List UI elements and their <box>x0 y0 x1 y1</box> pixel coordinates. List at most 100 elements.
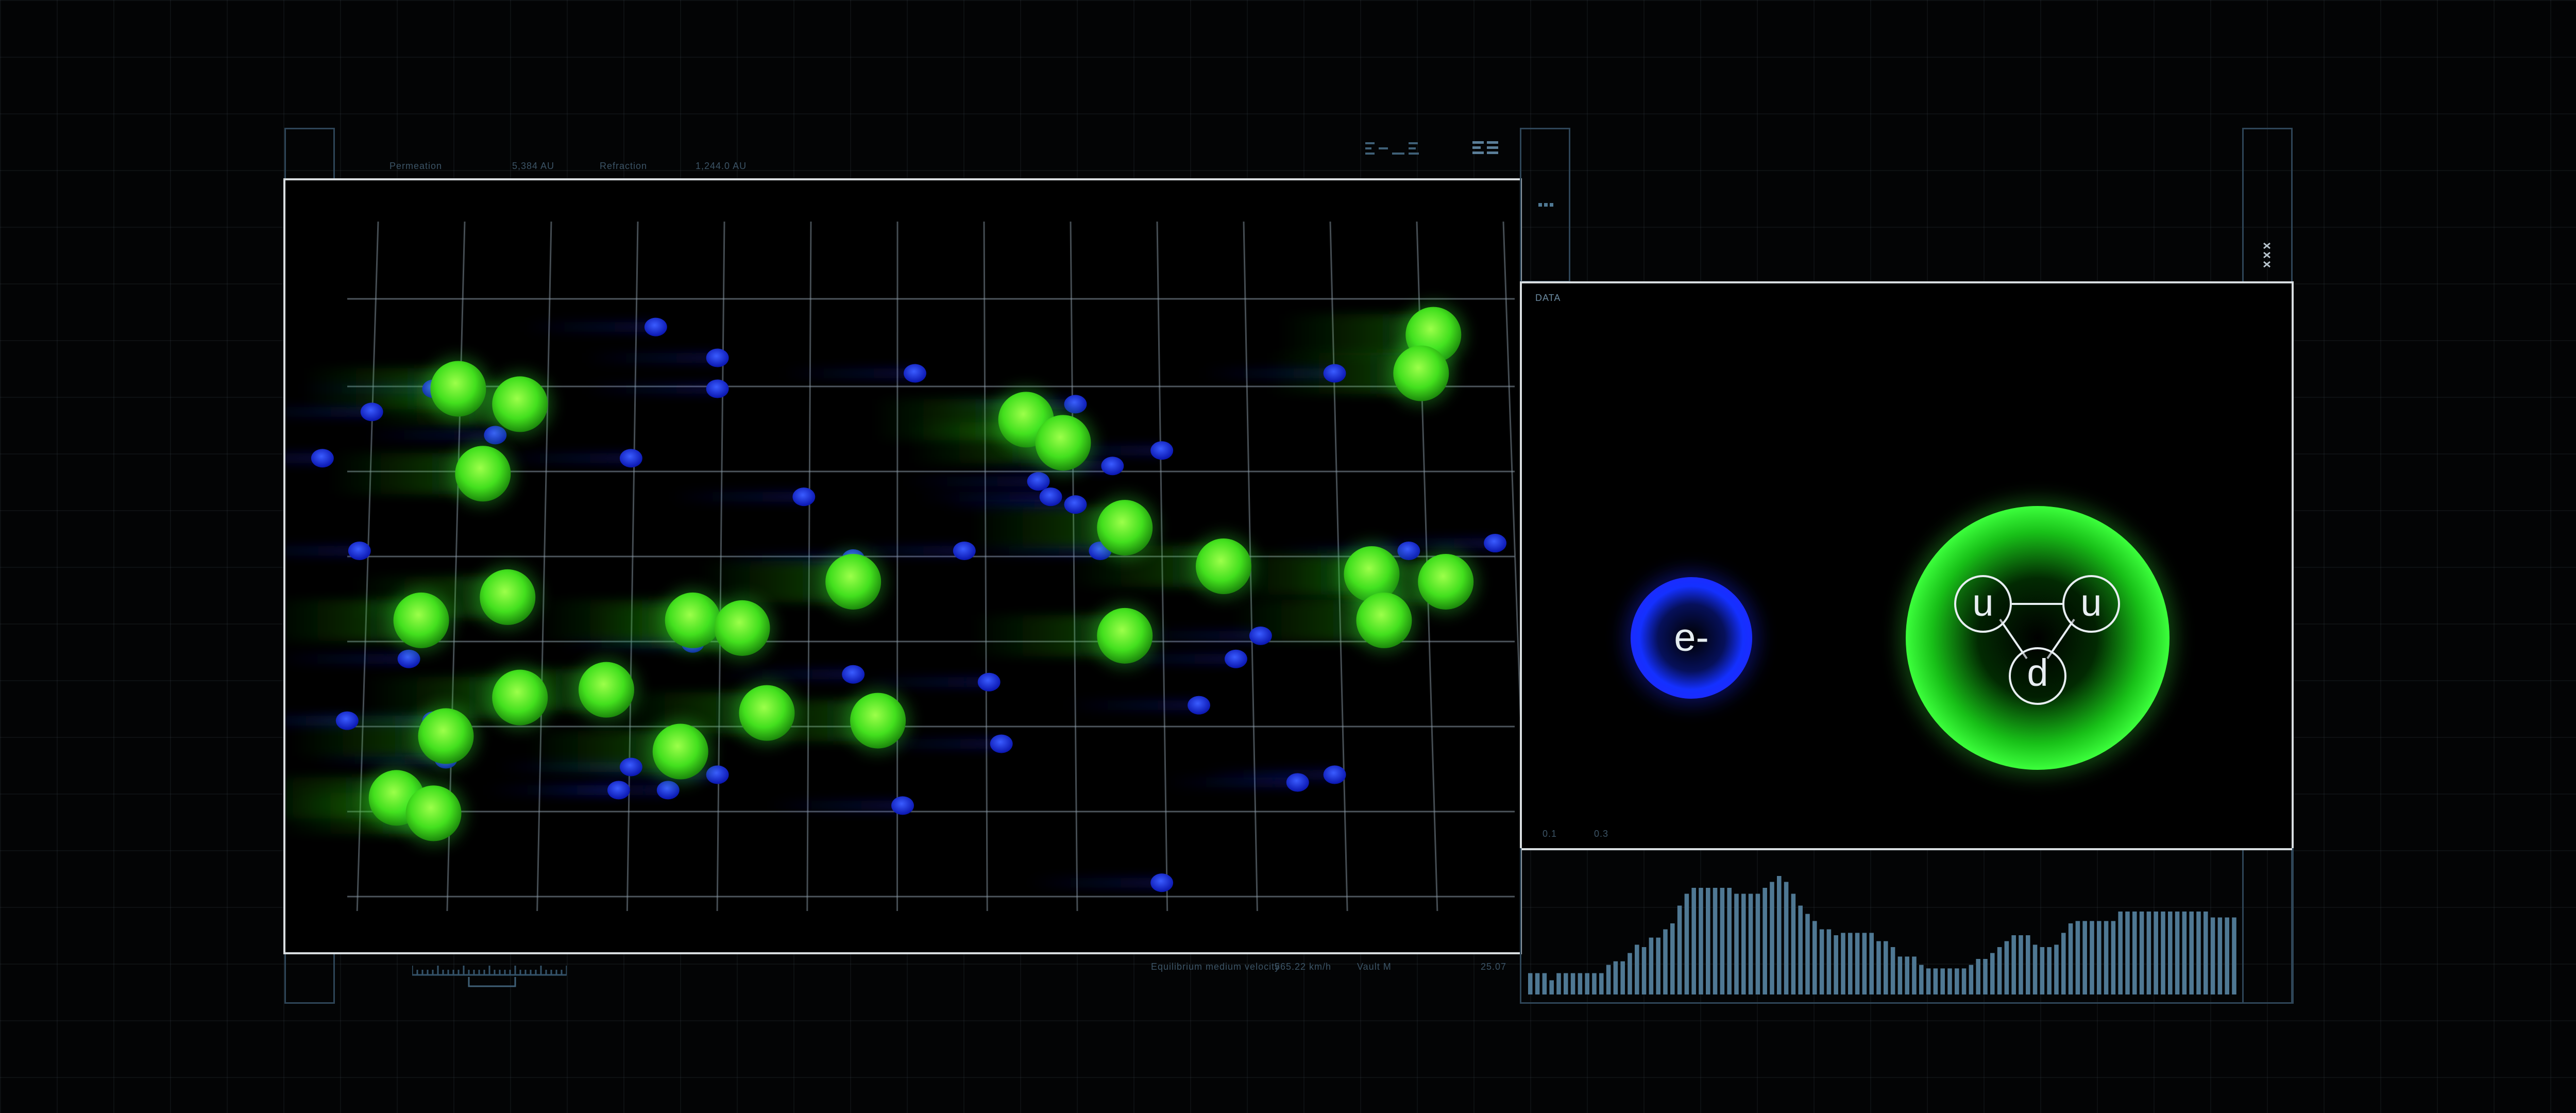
electron-particle <box>1064 495 1087 514</box>
histogram-bar <box>1556 973 1561 994</box>
histogram-bar <box>2175 912 2180 994</box>
histogram-bar <box>1961 968 1967 994</box>
quark-label-d: d <box>2027 651 2048 694</box>
histogram-bar <box>2068 923 2073 994</box>
quark-label-u2: u <box>2080 581 2102 624</box>
particle-diagram <box>1624 499 2177 777</box>
electron-particle <box>1039 487 1062 507</box>
proton-particle <box>1195 538 1251 594</box>
scale-right-label: 0.3 <box>1594 829 1609 839</box>
proton-particle <box>578 662 634 718</box>
electron-trail <box>361 430 496 441</box>
electron-trail <box>1200 769 1335 780</box>
histogram-bar <box>1713 888 1718 994</box>
proton-particle <box>850 693 906 749</box>
proton-particle <box>492 669 548 726</box>
electron-trail <box>583 383 718 394</box>
electron-particle <box>977 672 1001 692</box>
histogram-bar <box>1819 929 1824 994</box>
proton-particle <box>714 600 770 656</box>
electron-particle <box>1323 364 1346 383</box>
electron-trail <box>534 785 668 796</box>
electron-particle <box>706 765 729 784</box>
histogram-bar <box>1990 953 1995 994</box>
electron-particle <box>1150 441 1174 460</box>
list-icon[interactable] <box>1471 139 1500 160</box>
proton-particle <box>825 553 882 610</box>
histogram-bar <box>1855 933 1860 994</box>
histogram-bar <box>2210 917 2215 994</box>
electron-trail <box>904 476 1039 487</box>
electron-particle <box>335 711 359 730</box>
electron-trail <box>521 322 656 332</box>
proton-particle <box>455 446 511 502</box>
electron-particle <box>903 364 926 383</box>
histogram-bar <box>1570 973 1575 994</box>
header-label-permeation: Permeation <box>389 161 443 171</box>
histogram-bar <box>2054 945 2059 994</box>
histogram-bar <box>1585 973 1589 994</box>
histogram-bar <box>2217 917 2223 994</box>
timeline-ruler[interactable] <box>412 962 567 992</box>
histogram-bar <box>1805 914 1810 994</box>
histogram-bar <box>1699 888 1703 994</box>
histogram-bar <box>1620 961 1625 994</box>
dots-icon[interactable] <box>1537 200 1555 210</box>
histogram-bar <box>2011 935 2016 994</box>
histogram-bar <box>1641 947 1647 994</box>
footer-label-vault: Vault M <box>1357 962 1392 972</box>
histogram-bar <box>1784 882 1789 994</box>
histogram-bar <box>2090 921 2094 994</box>
footer-label-velocity: Equilibrium medium velocity <box>1151 962 1280 972</box>
histogram-bar <box>1606 965 1611 994</box>
proton-particle <box>1393 345 1449 401</box>
histogram-bar <box>2097 921 2102 994</box>
histogram-bar <box>1841 933 1845 994</box>
electron-particle <box>1150 873 1174 892</box>
close-x-icon[interactable] <box>2260 241 2275 272</box>
header-value-permeation: 5,384 AU <box>512 161 555 171</box>
histogram-bar <box>2132 912 2137 994</box>
electron-particle <box>619 449 642 468</box>
electron-particle <box>644 317 667 336</box>
electron-trail <box>285 653 409 664</box>
histogram-bar <box>1663 929 1668 994</box>
electron-trail <box>769 800 903 811</box>
histogram-bar <box>1926 968 1931 994</box>
histogram-bar <box>1542 973 1547 994</box>
histogram-bar <box>1748 893 1753 994</box>
histogram-bar <box>1599 973 1604 994</box>
electron-particle <box>953 542 976 561</box>
particle-detail-panel[interactable]: DATA e- u u d 0.1 0.3 <box>1520 281 2294 850</box>
particle-viewport[interactable] <box>283 178 1522 954</box>
histogram-bar <box>1897 956 1903 994</box>
histogram-bar <box>1947 968 1952 994</box>
histogram-bar <box>2161 912 2165 994</box>
histogram-bar <box>1535 973 1540 994</box>
footer-value-vault: 25.07 <box>1481 962 1507 972</box>
histogram-bar <box>1770 882 1774 994</box>
electron-particle <box>348 542 371 561</box>
histogram-bar <box>2196 912 2201 994</box>
histogram-bar <box>1656 937 1660 994</box>
electron-particle <box>1249 626 1272 645</box>
proton-particle <box>492 376 548 432</box>
electron-particle <box>792 487 816 507</box>
particle-field <box>285 221 1520 912</box>
grid-menu-icon[interactable] <box>1363 140 1425 161</box>
electron-particle <box>891 796 914 815</box>
histogram-bar <box>1734 893 1739 994</box>
histogram-bar <box>2225 917 2229 994</box>
electron-particle <box>706 379 729 398</box>
histogram-bar <box>1969 965 1974 994</box>
electron-trail <box>670 492 804 502</box>
histogram-bar <box>2075 921 2080 994</box>
histogram-bar <box>1791 893 1796 994</box>
electron-trail <box>1065 700 1199 711</box>
electron-particle <box>360 402 383 421</box>
histogram-bar <box>1812 921 1817 994</box>
scale-left-label: 0.1 <box>1543 829 1557 839</box>
histogram-bar <box>2032 945 2038 994</box>
proton-particle <box>1097 500 1153 556</box>
histogram-bar <box>1635 945 1639 994</box>
